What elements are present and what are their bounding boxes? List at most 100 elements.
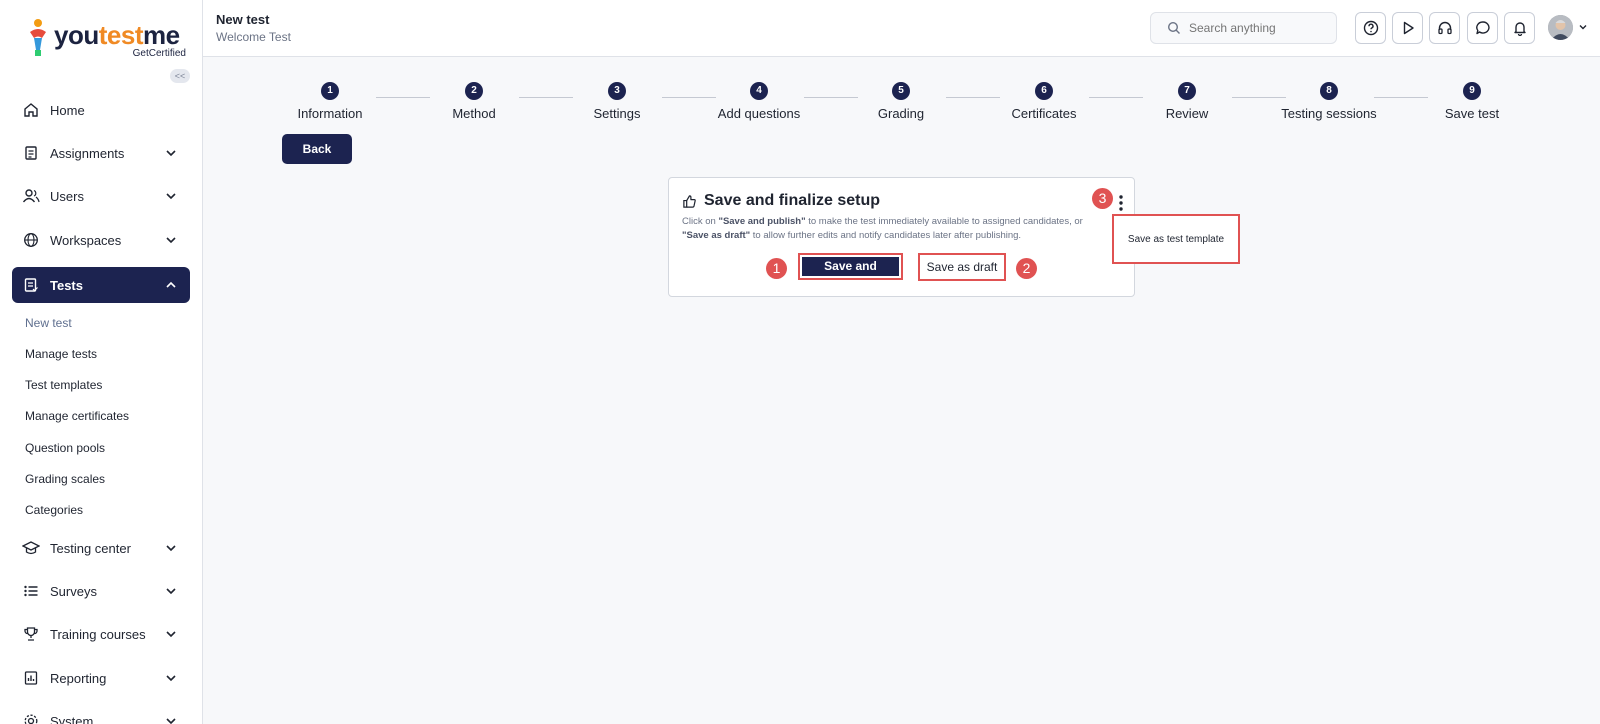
back-button[interactable]: Back bbox=[282, 134, 352, 164]
sidebar-item-system[interactable]: System bbox=[12, 703, 190, 724]
help-button[interactable] bbox=[1355, 12, 1386, 44]
step-save-test[interactable]: 9 Save test bbox=[1432, 82, 1512, 121]
step-label: Add questions bbox=[717, 106, 801, 121]
brand-name: youtestme bbox=[54, 20, 180, 51]
sidebar-subitem-grading-scales[interactable]: Grading scales bbox=[25, 472, 105, 486]
more-options-icon[interactable] bbox=[1116, 194, 1126, 212]
chevron-down-icon bbox=[166, 631, 176, 638]
bell-icon bbox=[1513, 22, 1526, 36]
users-icon bbox=[22, 187, 40, 205]
step-connector bbox=[1374, 97, 1428, 98]
desc-bold: "Save as draft" bbox=[682, 230, 751, 241]
sidebar-subitem-manage-certificates[interactable]: Manage certificates bbox=[25, 409, 129, 423]
step-label: Grading bbox=[877, 106, 925, 121]
step-number: 3 bbox=[608, 82, 626, 100]
chevron-down-icon bbox=[166, 588, 176, 595]
step-number: 1 bbox=[321, 82, 339, 100]
step-label: Save test bbox=[1444, 106, 1500, 121]
page-subtitle: Welcome Test bbox=[216, 30, 291, 44]
support-button[interactable] bbox=[1429, 12, 1460, 44]
step-number: 5 bbox=[892, 82, 910, 100]
step-certificates[interactable]: 6 Certificates bbox=[1004, 82, 1084, 121]
save-as-draft-button[interactable]: Save as draft bbox=[918, 253, 1006, 281]
step-review[interactable]: 7 Review bbox=[1147, 82, 1227, 121]
desc-text: to allow further edits and notify candid… bbox=[750, 230, 1022, 241]
trophy-icon bbox=[22, 625, 40, 643]
sidebar-item-label: Home bbox=[50, 102, 85, 118]
step-label: Testing sessions bbox=[1281, 106, 1377, 121]
thumbs-up-icon bbox=[683, 194, 696, 208]
brand-name-part3: me bbox=[142, 20, 180, 50]
user-photo-icon bbox=[1548, 15, 1573, 40]
sidebar: youtestme GetCertified << Home Assignmen… bbox=[0, 0, 203, 724]
logo-mark-icon bbox=[30, 19, 46, 56]
step-number: 7 bbox=[1178, 82, 1196, 100]
sidebar-item-assignments[interactable]: Assignments bbox=[12, 135, 190, 171]
sidebar-item-home[interactable]: Home bbox=[12, 92, 190, 128]
chat-button[interactable] bbox=[1467, 12, 1498, 44]
desc-text: to make the test immediately available t… bbox=[805, 216, 1083, 227]
step-settings[interactable]: 3 Settings bbox=[577, 82, 657, 121]
step-testing-sessions[interactable]: 8 Testing sessions bbox=[1274, 82, 1384, 121]
test-list-icon bbox=[22, 276, 40, 294]
topbar: New test Welcome Test bbox=[203, 0, 1600, 57]
sidebar-subitem-test-templates[interactable]: Test templates bbox=[25, 378, 102, 392]
sidebar-item-tests[interactable]: Tests bbox=[12, 267, 190, 303]
step-label: Certificates bbox=[1011, 106, 1077, 121]
sidebar-item-users[interactable]: Users bbox=[12, 178, 190, 214]
brand-tagline: GetCertified bbox=[132, 48, 186, 59]
sidebar-item-label: Users bbox=[50, 188, 84, 204]
sidebar-item-label: System bbox=[50, 713, 94, 724]
sidebar-item-label: Training courses bbox=[50, 626, 146, 642]
home-icon bbox=[22, 101, 40, 119]
chevron-down-icon bbox=[166, 150, 176, 157]
sidebar-item-workspaces[interactable]: Workspaces bbox=[12, 222, 190, 258]
search-box[interactable] bbox=[1150, 12, 1337, 44]
sidebar-item-label: Tests bbox=[50, 277, 83, 293]
save-and-publish-button[interactable]: Save and publish bbox=[798, 253, 903, 292]
sidebar-subitem-question-pools[interactable]: Question pools bbox=[25, 441, 105, 455]
sidebar-subitem-categories[interactable]: Categories bbox=[25, 503, 83, 517]
step-connector bbox=[946, 97, 1000, 98]
graduation-cap-icon bbox=[22, 539, 40, 557]
chevron-down-icon[interactable] bbox=[1578, 22, 1588, 32]
sidebar-item-label: Surveys bbox=[50, 583, 97, 599]
collapse-sidebar-button[interactable]: << bbox=[170, 69, 190, 83]
sidebar-subitem-new-test[interactable]: New test bbox=[25, 316, 72, 330]
step-grading[interactable]: 5 Grading bbox=[861, 82, 941, 121]
chevron-down-icon bbox=[166, 237, 176, 244]
search-icon bbox=[1167, 21, 1180, 34]
step-add-questions[interactable]: 4 Add questions bbox=[709, 82, 809, 121]
play-button[interactable] bbox=[1392, 12, 1423, 44]
step-label: Information bbox=[297, 106, 363, 121]
step-information[interactable]: 1 Information bbox=[290, 82, 370, 121]
headset-icon bbox=[1437, 21, 1452, 35]
step-connector bbox=[804, 97, 858, 98]
chevron-up-icon bbox=[166, 281, 176, 288]
avatar[interactable] bbox=[1548, 15, 1573, 40]
desc-text: Click on bbox=[682, 216, 719, 227]
step-number: 8 bbox=[1320, 82, 1338, 100]
sidebar-item-testing-center[interactable]: Testing center bbox=[12, 530, 190, 566]
search-input[interactable] bbox=[1189, 21, 1329, 35]
save-and-publish-label: Save and publish bbox=[802, 257, 899, 292]
step-connector bbox=[662, 97, 716, 98]
step-number: 9 bbox=[1463, 82, 1481, 100]
gear-icon bbox=[22, 712, 40, 724]
globe-icon bbox=[22, 231, 40, 249]
step-label: Settings bbox=[593, 106, 641, 121]
sidebar-item-reporting[interactable]: Reporting bbox=[12, 660, 190, 696]
brand-logo[interactable]: youtestme GetCertified bbox=[26, 18, 186, 60]
step-marker-1: 1 bbox=[766, 258, 787, 279]
step-number: 4 bbox=[750, 82, 768, 100]
sidebar-item-training-courses[interactable]: Training courses bbox=[12, 616, 190, 652]
step-number: 2 bbox=[465, 82, 483, 100]
page-title: New test bbox=[216, 12, 270, 27]
step-connector bbox=[1089, 97, 1143, 98]
step-connector bbox=[376, 97, 430, 98]
step-method[interactable]: 2 Method bbox=[434, 82, 514, 121]
sidebar-subitem-manage-tests[interactable]: Manage tests bbox=[25, 347, 97, 361]
save-as-test-template-option[interactable]: Save as test template bbox=[1128, 234, 1224, 245]
notifications-button[interactable] bbox=[1504, 12, 1535, 44]
sidebar-item-surveys[interactable]: Surveys bbox=[12, 573, 190, 609]
